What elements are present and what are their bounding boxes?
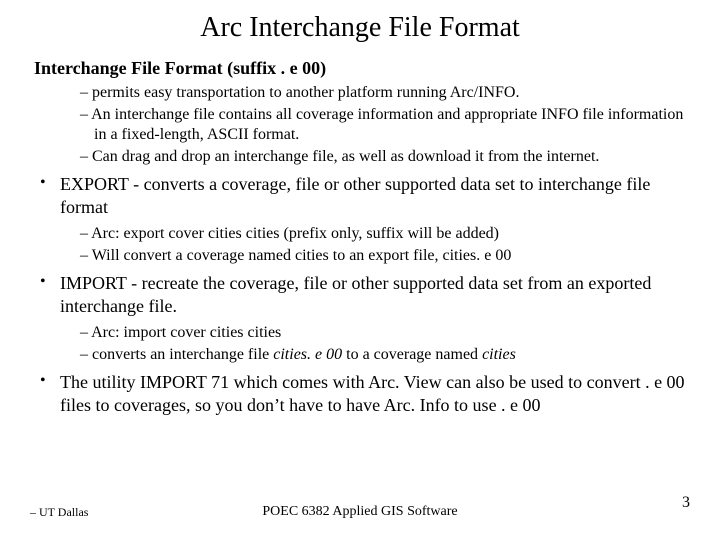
bullet-dot: • (40, 173, 60, 194)
bullet-text: The utility IMPORT 71 which comes with A… (60, 371, 692, 418)
bullet-dot: • (40, 272, 60, 293)
list-item: Arc: import cover cities cities (80, 323, 692, 343)
bullet-dot: • (40, 371, 60, 392)
footer-center: POEC 6382 Applied GIS Software (0, 504, 720, 520)
bullet-import: • IMPORT - recreate the coverage, file o… (40, 272, 692, 319)
bullet-import71: • The utility IMPORT 71 which comes with… (40, 371, 692, 418)
export-subs: Arc: export cover cities cities (prefix … (28, 224, 692, 266)
slide-title: Arc Interchange File Format (28, 12, 692, 44)
slide: Arc Interchange File Format Interchange … (0, 0, 720, 540)
list-item: Will convert a coverage named cities to … (80, 246, 692, 266)
bullet-export: • EXPORT - converts a coverage, file or … (40, 173, 692, 220)
list-item: Arc: export cover cities cities (prefix … (80, 224, 692, 244)
list-item: converts an interchange file cities. e 0… (80, 345, 692, 365)
list-item: permits easy transportation to another p… (80, 83, 692, 103)
list-item: Can drag and drop an interchange file, a… (80, 147, 692, 167)
subtitle-bullets: permits easy transportation to another p… (28, 83, 692, 167)
subtitle: Interchange File Format (suffix . e 00) (34, 58, 692, 79)
bullet-text: EXPORT - converts a coverage, file or ot… (60, 173, 692, 220)
bullet-text: IMPORT - recreate the coverage, file or … (60, 272, 692, 319)
list-item: An interchange file contains all coverag… (80, 105, 692, 145)
import-subs: Arc: import cover cities cities converts… (28, 323, 692, 365)
